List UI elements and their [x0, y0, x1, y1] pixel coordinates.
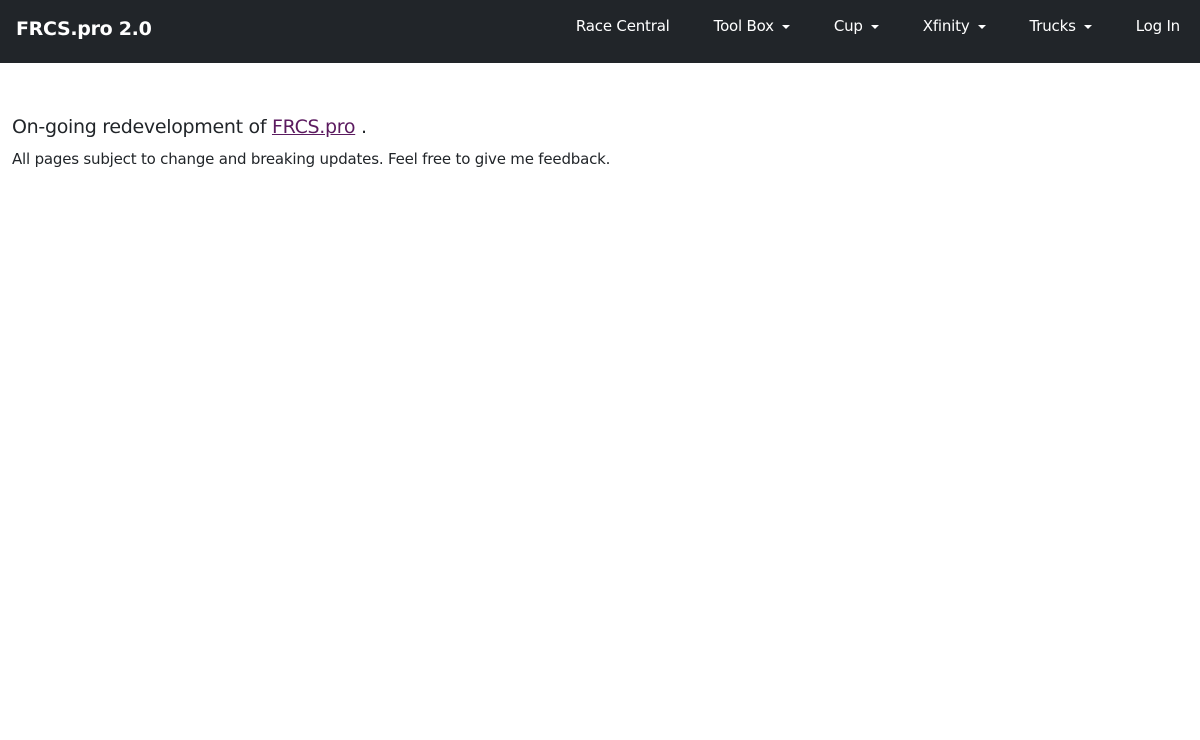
nav-item-log-in[interactable]: Log In — [1114, 0, 1200, 57]
nav-menu: Race Central Tool Box Cup Xfinity Trucks… — [554, 0, 1200, 63]
nav-item-label: Log In — [1135, 16, 1180, 35]
nav-item-cup[interactable]: Cup — [812, 0, 901, 57]
intro-text: On-going redevelopment of — [12, 116, 272, 138]
nav-item-tool-box[interactable]: Tool Box — [692, 0, 812, 57]
nav-item-label: Tool Box — [713, 16, 774, 35]
caret-down-icon — [870, 24, 879, 29]
caret-down-icon — [1083, 24, 1092, 29]
intro-suffix: . — [355, 116, 367, 138]
disclaimer-text: All pages subject to change and breaking… — [12, 150, 611, 168]
nav-item-label: Race Central — [575, 16, 670, 35]
nav-item-xfinity[interactable]: Xfinity — [901, 0, 1008, 57]
caret-down-icon — [977, 24, 986, 29]
frcs-pro-link[interactable]: FRCS.pro — [272, 116, 356, 138]
main-content: On-going redevelopment of FRCS.pro . All… — [12, 116, 610, 168]
nav-item-label: Trucks — [1029, 16, 1076, 35]
nav-item-label: Cup — [833, 16, 863, 35]
nav-item-label: Xfinity — [922, 16, 970, 35]
brand-logo-link[interactable]: FRCS.pro 2.0 — [16, 18, 152, 40]
top-navbar: FRCS.pro 2.0 Race Central Tool Box Cup X… — [0, 0, 1200, 63]
intro-heading: On-going redevelopment of FRCS.pro . — [12, 116, 610, 138]
nav-item-trucks[interactable]: Trucks — [1008, 0, 1114, 57]
nav-item-race-central[interactable]: Race Central — [554, 0, 692, 57]
caret-down-icon — [781, 24, 790, 29]
